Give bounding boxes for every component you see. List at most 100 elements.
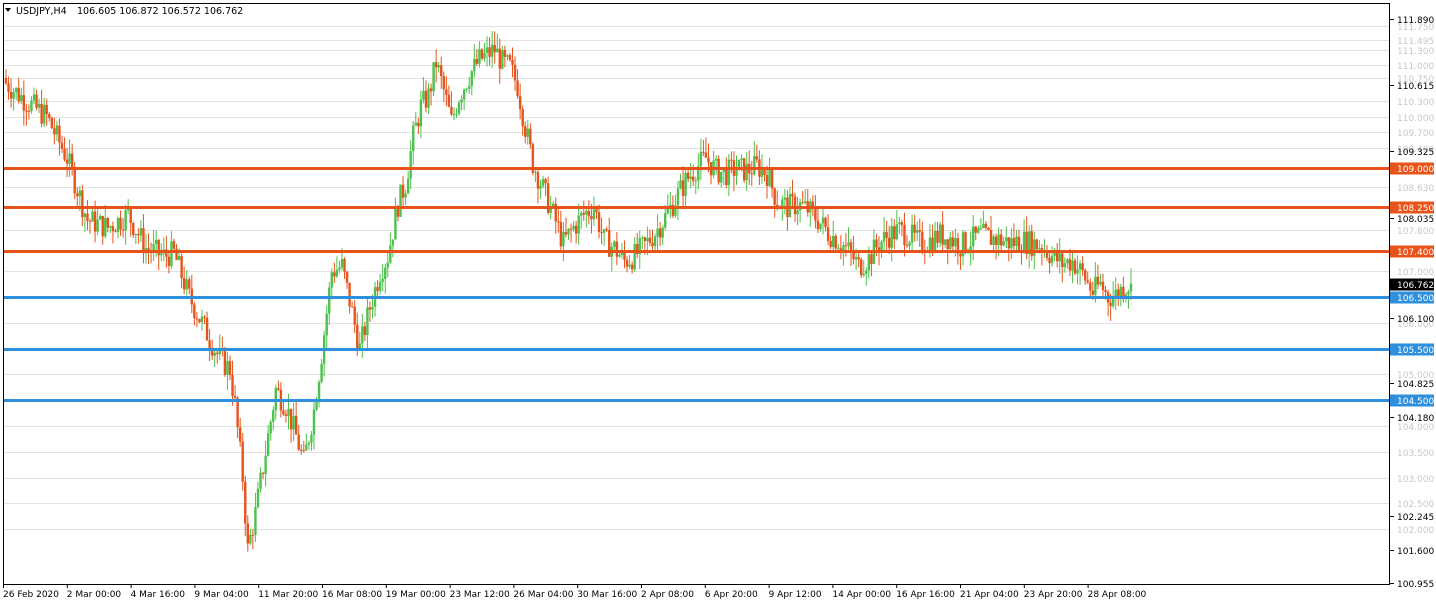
candle-body bbox=[501, 50, 504, 69]
candle-body bbox=[770, 169, 774, 189]
candle-body bbox=[526, 128, 529, 137]
candle-body bbox=[20, 95, 23, 102]
candle-body bbox=[735, 170, 738, 176]
candle-body bbox=[572, 225, 575, 230]
candle-body bbox=[185, 279, 188, 290]
candle-body bbox=[363, 326, 367, 336]
candle-body bbox=[353, 306, 356, 325]
candle-body bbox=[1012, 238, 1016, 246]
candle-body bbox=[1022, 231, 1026, 253]
candle-body bbox=[412, 125, 415, 152]
faded-level-label: 111.000 bbox=[1397, 62, 1434, 72]
candle-body bbox=[684, 172, 687, 196]
candle-body bbox=[160, 253, 163, 256]
candle-body bbox=[949, 237, 952, 250]
candle-body bbox=[473, 58, 476, 72]
level-label: 107.400 bbox=[1397, 248, 1434, 258]
candle-body bbox=[307, 442, 311, 445]
candle-body bbox=[658, 228, 662, 238]
candle-body bbox=[625, 259, 629, 267]
candle-body bbox=[511, 59, 514, 65]
candle-body bbox=[478, 49, 481, 64]
candle-body bbox=[893, 226, 896, 240]
candle-body bbox=[569, 228, 573, 230]
time-tick-label: 2 Apr 08:00 bbox=[641, 590, 694, 600]
candle-body bbox=[269, 421, 272, 434]
time-tick-label: 26 Feb 2020 bbox=[3, 590, 59, 600]
candle-body bbox=[300, 449, 303, 451]
candle-body bbox=[681, 180, 685, 196]
candle-body bbox=[615, 241, 619, 257]
candle-body bbox=[76, 193, 79, 197]
candle-body bbox=[96, 219, 99, 232]
candle-body bbox=[557, 221, 560, 223]
candle-body bbox=[231, 375, 234, 397]
candle-body bbox=[129, 209, 132, 224]
candle-body bbox=[391, 239, 395, 246]
candle-body bbox=[485, 47, 489, 53]
candle-body bbox=[251, 534, 255, 536]
chart-canvas: 109.000 108.250 107.400 106.500 105.500 104.5… bbox=[0, 0, 1436, 606]
candle-body bbox=[399, 184, 402, 217]
candle-body bbox=[1076, 269, 1079, 274]
candle-body bbox=[470, 71, 473, 86]
candle-body bbox=[679, 180, 682, 189]
candle-body bbox=[137, 234, 140, 236]
candle-body bbox=[860, 259, 863, 276]
faded-level-label: 109.700 bbox=[1397, 129, 1434, 139]
candle-body bbox=[139, 228, 143, 236]
candle-body bbox=[177, 256, 181, 260]
candle-body bbox=[1033, 239, 1036, 256]
candle-body bbox=[587, 210, 591, 217]
candle-body bbox=[203, 316, 206, 318]
candle-body bbox=[86, 213, 89, 221]
candle-body bbox=[35, 94, 38, 108]
candle-body bbox=[513, 64, 517, 81]
candle-body bbox=[78, 190, 82, 197]
candle-body bbox=[188, 279, 191, 289]
faded-level-label: 102.500 bbox=[1397, 500, 1434, 510]
time-tick-label: 28 Apr 08:00 bbox=[1088, 590, 1147, 600]
level-label: 108.250 bbox=[1397, 204, 1434, 214]
candle-body bbox=[42, 104, 46, 124]
candle-body bbox=[45, 104, 48, 115]
candle-body bbox=[992, 236, 995, 245]
candle-body bbox=[783, 197, 787, 200]
candle-body bbox=[1071, 260, 1074, 271]
candle-body bbox=[287, 408, 290, 416]
candle-body bbox=[559, 222, 563, 247]
candle-body bbox=[750, 173, 753, 175]
candle-body bbox=[440, 65, 443, 77]
candle-body bbox=[834, 235, 837, 249]
candle-body bbox=[356, 324, 359, 350]
candle-body bbox=[1073, 260, 1077, 274]
candle-body bbox=[172, 241, 176, 249]
candle-body bbox=[277, 388, 280, 390]
candle-body bbox=[384, 267, 387, 279]
candlestick-chart: 109.000 108.250 107.400 106.500 105.500 104.5… bbox=[0, 0, 1436, 606]
candle-body bbox=[386, 262, 389, 268]
candle-body bbox=[406, 178, 410, 194]
candle-body bbox=[50, 117, 54, 129]
candle-body bbox=[12, 92, 15, 99]
candle-body bbox=[1066, 259, 1069, 264]
candle-body bbox=[768, 169, 771, 186]
candle-body bbox=[765, 174, 769, 186]
candle-body bbox=[37, 103, 41, 108]
candle-body bbox=[974, 226, 977, 233]
candle-body bbox=[350, 306, 354, 308]
candle-body bbox=[325, 313, 328, 336]
candle-body bbox=[653, 236, 657, 247]
candle-body bbox=[205, 317, 209, 341]
candle-body bbox=[305, 444, 308, 451]
time-tick-label: 9 Mar 04:00 bbox=[194, 590, 249, 600]
candle-body bbox=[529, 128, 532, 145]
candle-body bbox=[1017, 236, 1021, 251]
chart-header[interactable]: USDJPY,H4 106.605 106.872 106.572 106.76… bbox=[5, 6, 243, 17]
candle-body bbox=[264, 455, 267, 474]
candle-body bbox=[1081, 263, 1084, 271]
candle-body bbox=[999, 234, 1003, 246]
candle-body bbox=[1091, 290, 1095, 295]
candle-body bbox=[602, 229, 606, 233]
candle-body bbox=[1101, 281, 1105, 291]
